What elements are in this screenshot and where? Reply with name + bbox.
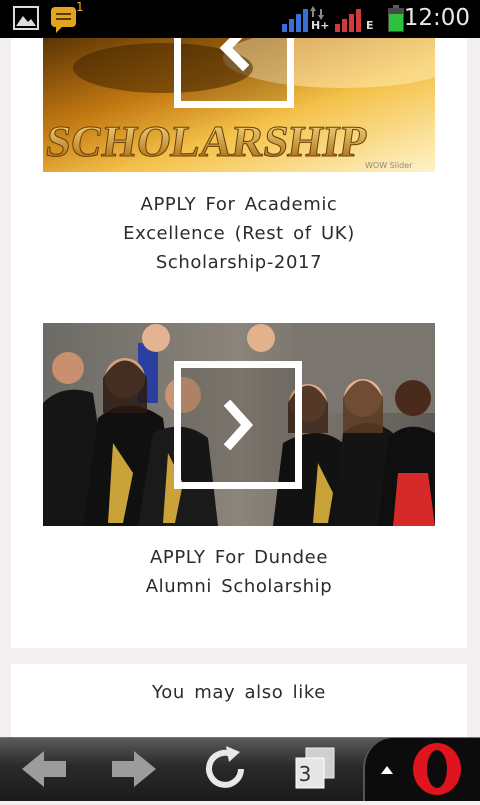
- article-thumbnail[interactable]: SCHOLARSHIP WOW Slider: [43, 38, 435, 172]
- tab-count: 3: [298, 762, 312, 786]
- tabs-button[interactable]: 3: [290, 738, 340, 801]
- watermark-text: WOW Slider: [365, 161, 413, 170]
- article-title[interactable]: APPLY For Academic Excellence (Rest of U…: [11, 190, 467, 277]
- article-title-2[interactable]: APPLY For Dundee Alumni Scholarship: [11, 543, 467, 601]
- forward-button[interactable]: [104, 738, 164, 801]
- reload-icon: [206, 746, 244, 788]
- article-thumbnail-2[interactable]: [43, 323, 435, 526]
- slider-frame-2[interactable]: [174, 361, 302, 489]
- network-type-label-2: E: [366, 19, 374, 32]
- chevron-left-icon: [219, 38, 250, 72]
- article-card: SCHOLARSHIP WOW Slider APPLY For Academi…: [11, 38, 467, 648]
- scholarship-text: SCHOLARSHIP: [43, 117, 370, 166]
- status-bar: 1 H+ E 12:00: [0, 0, 480, 38]
- battery-icon: [388, 5, 404, 32]
- related-heading: You may also like: [152, 682, 326, 703]
- browser-toolbar: 3: [0, 737, 480, 801]
- signal-icon: [282, 9, 308, 32]
- chevron-right-icon: [223, 399, 254, 451]
- slider-frame[interactable]: [174, 38, 294, 108]
- opera-logo-icon: [413, 743, 461, 795]
- clock: 12:00: [403, 5, 470, 31]
- back-button[interactable]: [14, 738, 74, 801]
- reload-button[interactable]: [196, 738, 256, 801]
- data-arrows-icon: [310, 6, 324, 20]
- opera-menu[interactable]: [363, 738, 480, 801]
- message-icon: [51, 7, 76, 33]
- related-section: You may also like: [11, 664, 467, 744]
- signal-icon-2: [335, 9, 361, 32]
- network-type-label: H+: [311, 19, 330, 32]
- gallery-icon: [13, 6, 39, 30]
- message-count-badge: 1: [76, 0, 84, 14]
- back-arrow-icon: [22, 751, 66, 787]
- menu-up-icon: [381, 766, 393, 774]
- forward-arrow-icon: [112, 751, 156, 787]
